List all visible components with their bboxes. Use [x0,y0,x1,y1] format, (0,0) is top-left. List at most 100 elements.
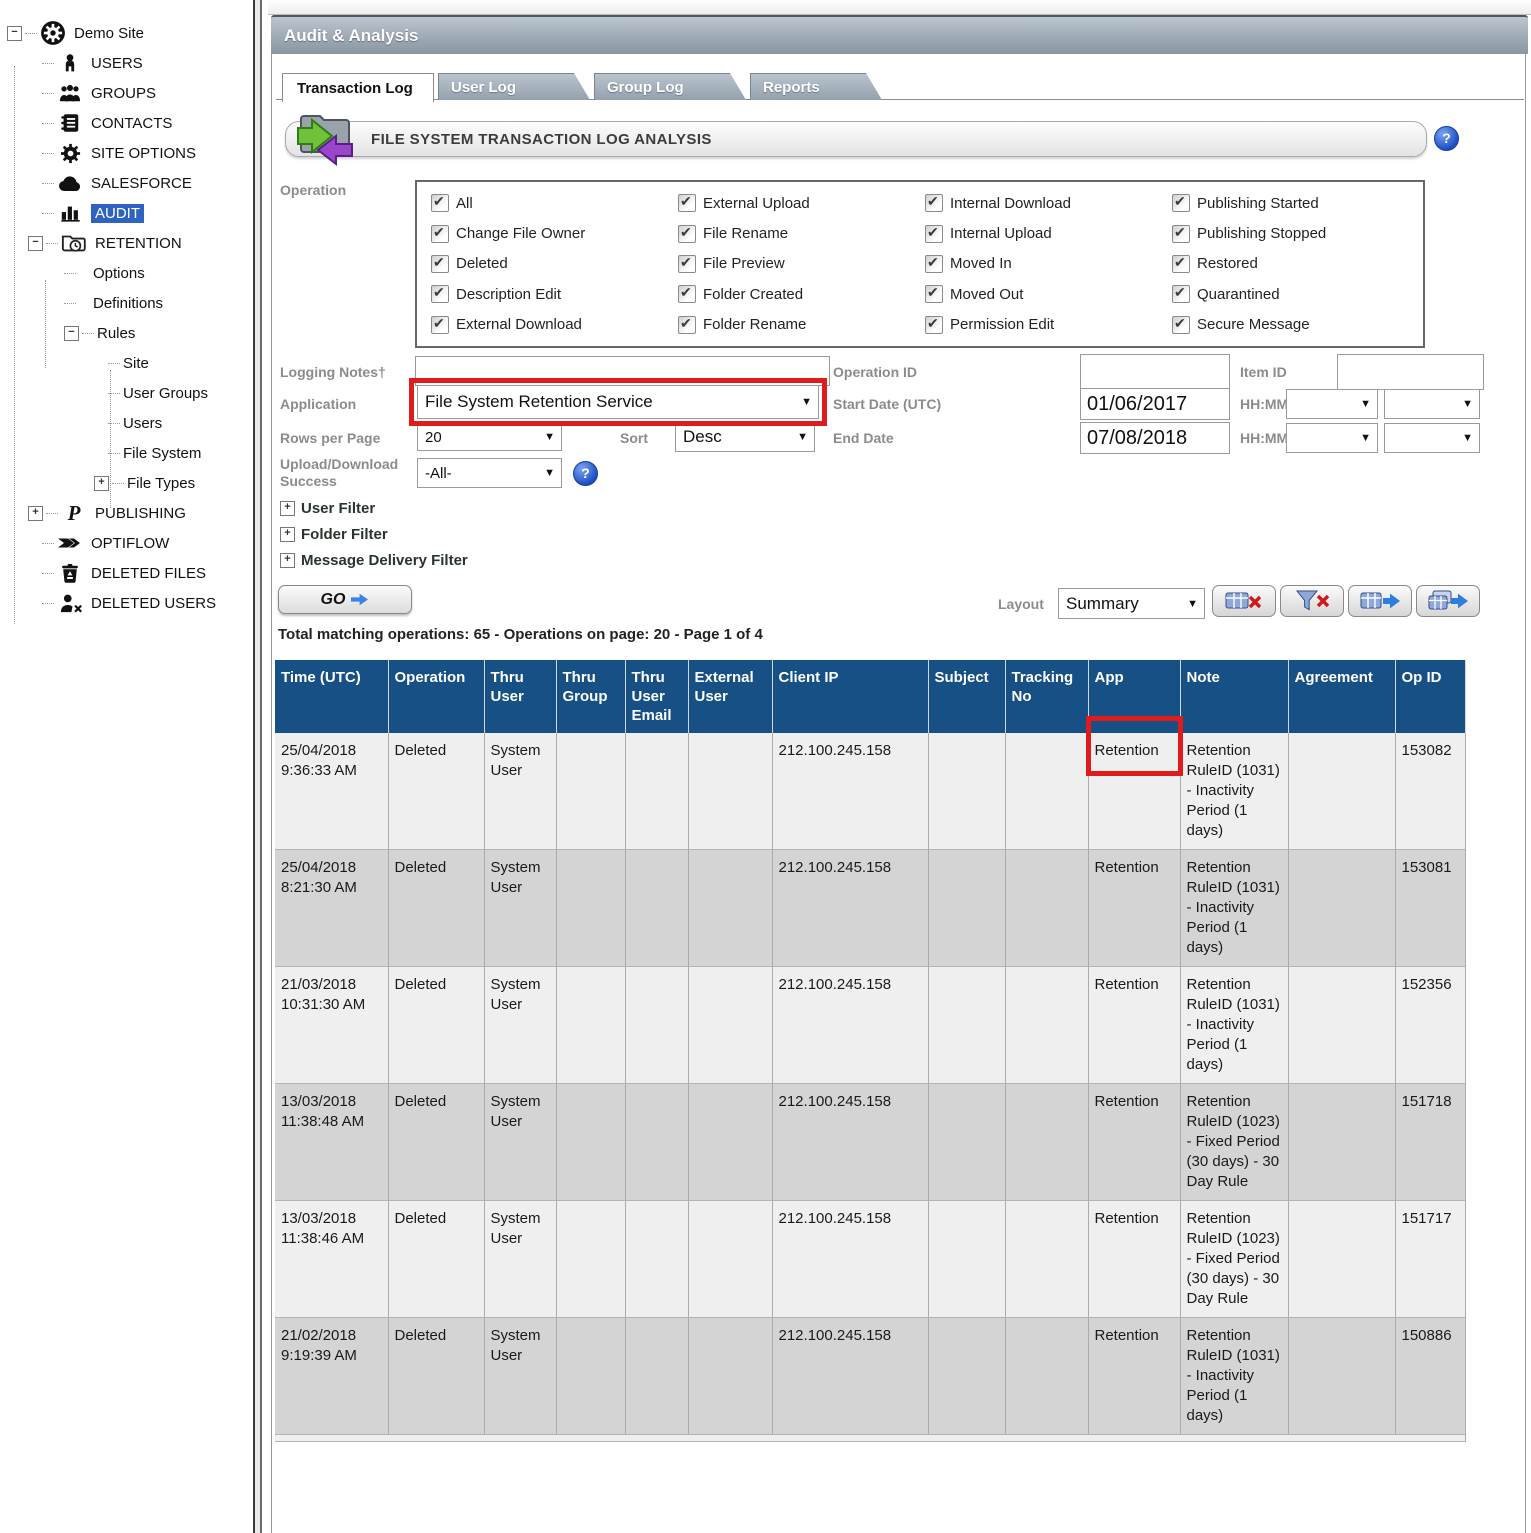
tab-group-log[interactable]: Group Log [594,73,746,100]
message-delivery-filter-toggle[interactable]: + Message Delivery Filter [280,552,468,569]
tree-item-publishing[interactable]: + P PUBLISHING [0,498,250,528]
checkbox-checked[interactable] [1172,225,1190,243]
end-date-input[interactable] [1080,422,1230,454]
main-panel: Audit & Analysis Transaction Log User Lo… [268,0,1531,1533]
results-summary: Total matching operations: 65 - Operatio… [278,626,763,643]
operation-id-input[interactable] [1080,354,1230,390]
tree-item-groups[interactable]: GROUPS [0,78,250,108]
start-hhmm-label: HH:MM [1240,396,1288,412]
upload-download-value: -All- [425,465,452,482]
end-hour-select[interactable] [1286,423,1378,453]
checkbox-checked[interactable] [1172,255,1190,273]
go-button[interactable]: GO [278,585,412,614]
tab-transaction-log[interactable]: Transaction Log [282,73,434,102]
collapse-icon[interactable]: − [28,236,43,251]
checkbox-checked[interactable] [431,255,449,273]
start-hour-select[interactable] [1286,389,1378,419]
checkbox-checked[interactable] [925,316,943,334]
tree-item-options[interactable]: Options [0,258,250,288]
help-icon[interactable]: ? [573,461,598,486]
checkbox-checked[interactable] [1172,285,1190,303]
expand-icon[interactable]: + [28,506,43,521]
tree-item-rules[interactable]: − Rules [0,318,250,348]
tree-item-rules-users[interactable]: Users [0,408,250,438]
table-export-icon [1359,590,1401,612]
help-icon[interactable]: ? [1434,126,1459,151]
transaction-log-table: Time (UTC) Operation Thru User Thru Grou… [275,660,1467,1533]
tree-label: Definitions [93,295,163,312]
tree-item-rules-file-types[interactable]: + File Types [0,468,250,498]
expand-icon[interactable]: + [280,527,295,542]
clear-filter-button[interactable] [1280,585,1344,617]
tree-item-site-options[interactable]: SITE OPTIONS [0,138,250,168]
expand-icon[interactable]: + [280,553,295,568]
start-minute-select[interactable] [1384,389,1480,419]
tree-item-deleted-files[interactable]: DELETED FILES [0,558,250,588]
tree-label: SITE OPTIONS [91,145,196,162]
export-all-button[interactable] [1416,585,1480,617]
checkbox-checked[interactable] [431,316,449,334]
checkbox-checked[interactable] [431,225,449,243]
filter-label: Message Delivery Filter [301,552,468,569]
sort-select[interactable]: Desc [675,422,815,452]
checkbox-checked[interactable] [678,194,696,212]
checkbox-checked[interactable] [1172,194,1190,212]
tree-item-retention[interactable]: − RETENTION [0,228,250,258]
checkbox-checked[interactable] [678,225,696,243]
banner-title: FILE SYSTEM TRANSACTION LOG ANALYSIS [371,125,712,153]
export-table-button[interactable] [1348,585,1412,617]
tree-label: CONTACTS [91,115,172,132]
expand-icon[interactable]: + [94,476,109,491]
tree-item-rules-user-groups[interactable]: User Groups [0,378,250,408]
collapse-icon[interactable]: − [7,26,22,41]
operation-option: External Download [431,310,678,340]
checkbox-checked[interactable] [678,255,696,273]
tab-user-log[interactable]: User Log [438,73,590,100]
item-id-input[interactable] [1337,354,1484,390]
operation-option: Moved In [925,249,1172,279]
demo-site-icon [40,20,66,46]
folder-filter-toggle[interactable]: + Folder Filter [280,526,388,543]
operation-option: Publishing Started [1172,188,1419,218]
col-thru-user: Thru User [484,660,556,733]
col-op-id: Op ID [1395,660,1465,733]
checkbox-checked[interactable] [925,225,943,243]
layout-select[interactable]: Summary [1058,588,1205,619]
checkbox-checked[interactable] [925,255,943,273]
checkbox-checked[interactable] [1172,316,1190,334]
tree-item-audit[interactable]: AUDIT [0,198,250,228]
tree-item-definitions[interactable]: Definitions [0,288,250,318]
checkbox-checked[interactable] [678,316,696,334]
collapse-icon[interactable]: − [64,326,79,341]
operation-option: Secure Message [1172,310,1419,340]
tree-label: DELETED FILES [91,565,206,582]
tree-item-rules-site[interactable]: Site [0,348,250,378]
tree-item-demo-site[interactable]: − Demo Site [0,18,250,48]
transfer-folder-icon [290,108,366,166]
panel-divider [252,0,263,1533]
tree-item-users[interactable]: USERS [0,48,250,78]
contacts-icon [57,110,83,136]
end-minute-select[interactable] [1384,423,1480,453]
checkbox-checked[interactable] [678,285,696,303]
clear-columns-button[interactable] [1212,585,1276,617]
upload-download-select[interactable]: -All- [417,458,562,488]
checkbox-checked[interactable] [431,194,449,212]
sort-label: Sort [620,430,648,446]
application-select[interactable]: File System Retention Service [417,385,819,419]
checkbox-checked[interactable] [925,285,943,303]
checkbox-checked[interactable] [431,285,449,303]
tree-item-optiflow[interactable]: OPTIFLOW [0,528,250,558]
go-arrow-icon [350,592,369,607]
tree-item-deleted-users[interactable]: DELETED USERS [0,588,250,618]
start-date-input[interactable] [1080,388,1230,420]
tree-item-rules-file-system[interactable]: File System [0,438,250,468]
user-filter-toggle[interactable]: + User Filter [280,500,375,517]
logging-notes-input[interactable] [415,356,830,386]
checkbox-checked[interactable] [925,194,943,212]
tree-item-contacts[interactable]: CONTACTS [0,108,250,138]
rows-per-page-select[interactable]: 20 [417,423,562,451]
tree-item-salesforce[interactable]: SALESFORCE [0,168,250,198]
tab-reports[interactable]: Reports [750,73,882,100]
expand-icon[interactable]: + [280,501,295,516]
